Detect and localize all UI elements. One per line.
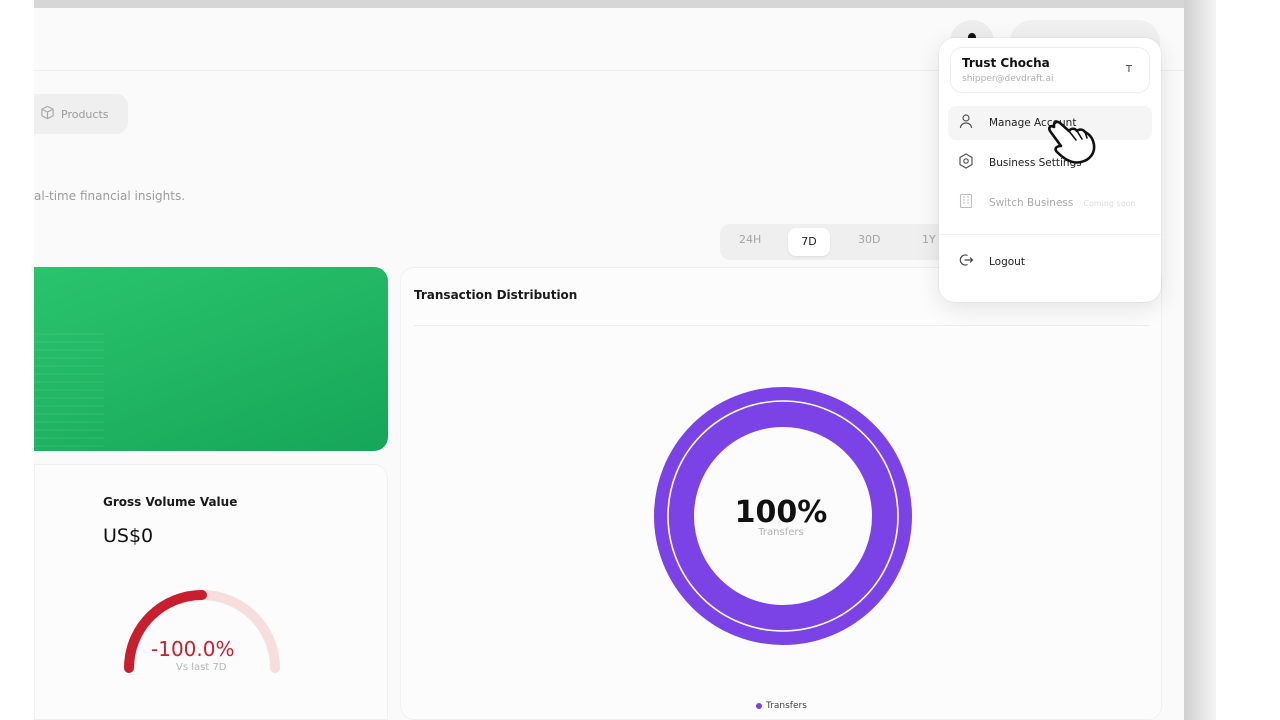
- tab-7d[interactable]: 7D: [788, 228, 830, 256]
- page-subtitle: al-time financial insights.: [34, 189, 186, 203]
- gross-volume-card: Gross Volume Value US$0 -100.0% Vs last …: [34, 464, 388, 720]
- coming-soon-badge: Coming soon: [1083, 198, 1136, 208]
- distribution-title: Transaction Distribution: [414, 288, 578, 302]
- gross-volume-value: US$0: [103, 525, 154, 547]
- user-icon: [958, 113, 989, 133]
- window-top-border: [34, 0, 1184, 8]
- menu-item-label: Switch Business: [989, 197, 1074, 209]
- distribution-divider: [414, 325, 1149, 326]
- time-range-tabs: 24H 7D 30D 1Y: [720, 224, 950, 260]
- menu-item-switch-business: Switch Business Coming soon: [948, 186, 1152, 220]
- legend-dot: [756, 703, 762, 709]
- user-dropdown-menu: Trust Chocha shipper@devdraft.ai T Manag…: [939, 38, 1161, 302]
- tab-1y[interactable]: 1Y: [922, 233, 936, 246]
- balance-card: [34, 267, 388, 451]
- logout-icon: [958, 252, 989, 272]
- box-icon: [40, 105, 55, 123]
- donut-center-value: 100%: [734, 495, 828, 530]
- menu-item-label: Logout: [989, 256, 1025, 268]
- gross-volume-title: Gross Volume Value: [103, 495, 238, 509]
- hand-pointer-cursor-icon: [1048, 120, 1096, 164]
- nav-products[interactable]: Products: [34, 94, 128, 134]
- avatar: T: [1125, 64, 1132, 75]
- tab-24h[interactable]: 24H: [739, 233, 761, 246]
- window-side-shadow: [1184, 0, 1216, 720]
- change-comparison: Vs last 7D: [176, 662, 227, 673]
- transaction-distribution-card: Transaction Distribution 100% Transfers …: [400, 267, 1162, 720]
- menu-divider: [939, 234, 1161, 235]
- account-summary: Trust Chocha shipper@devdraft.ai T: [950, 47, 1150, 93]
- legend-item-transfers: Transfers: [756, 701, 807, 711]
- nav-products-label: Products: [61, 107, 109, 121]
- donut-center-label: Transfers: [758, 527, 804, 538]
- card-pattern: [34, 327, 104, 447]
- legend-label: Transfers: [766, 701, 807, 711]
- building-icon: [958, 193, 989, 213]
- user-name: Trust Chocha: [962, 56, 1050, 70]
- menu-item-logout[interactable]: Logout: [948, 245, 1152, 279]
- settings-hexagon-icon: [958, 153, 989, 173]
- user-email: shipper@devdraft.ai: [962, 74, 1054, 84]
- tab-30d[interactable]: 30D: [858, 233, 880, 246]
- change-percent: -100.0%: [151, 637, 235, 661]
